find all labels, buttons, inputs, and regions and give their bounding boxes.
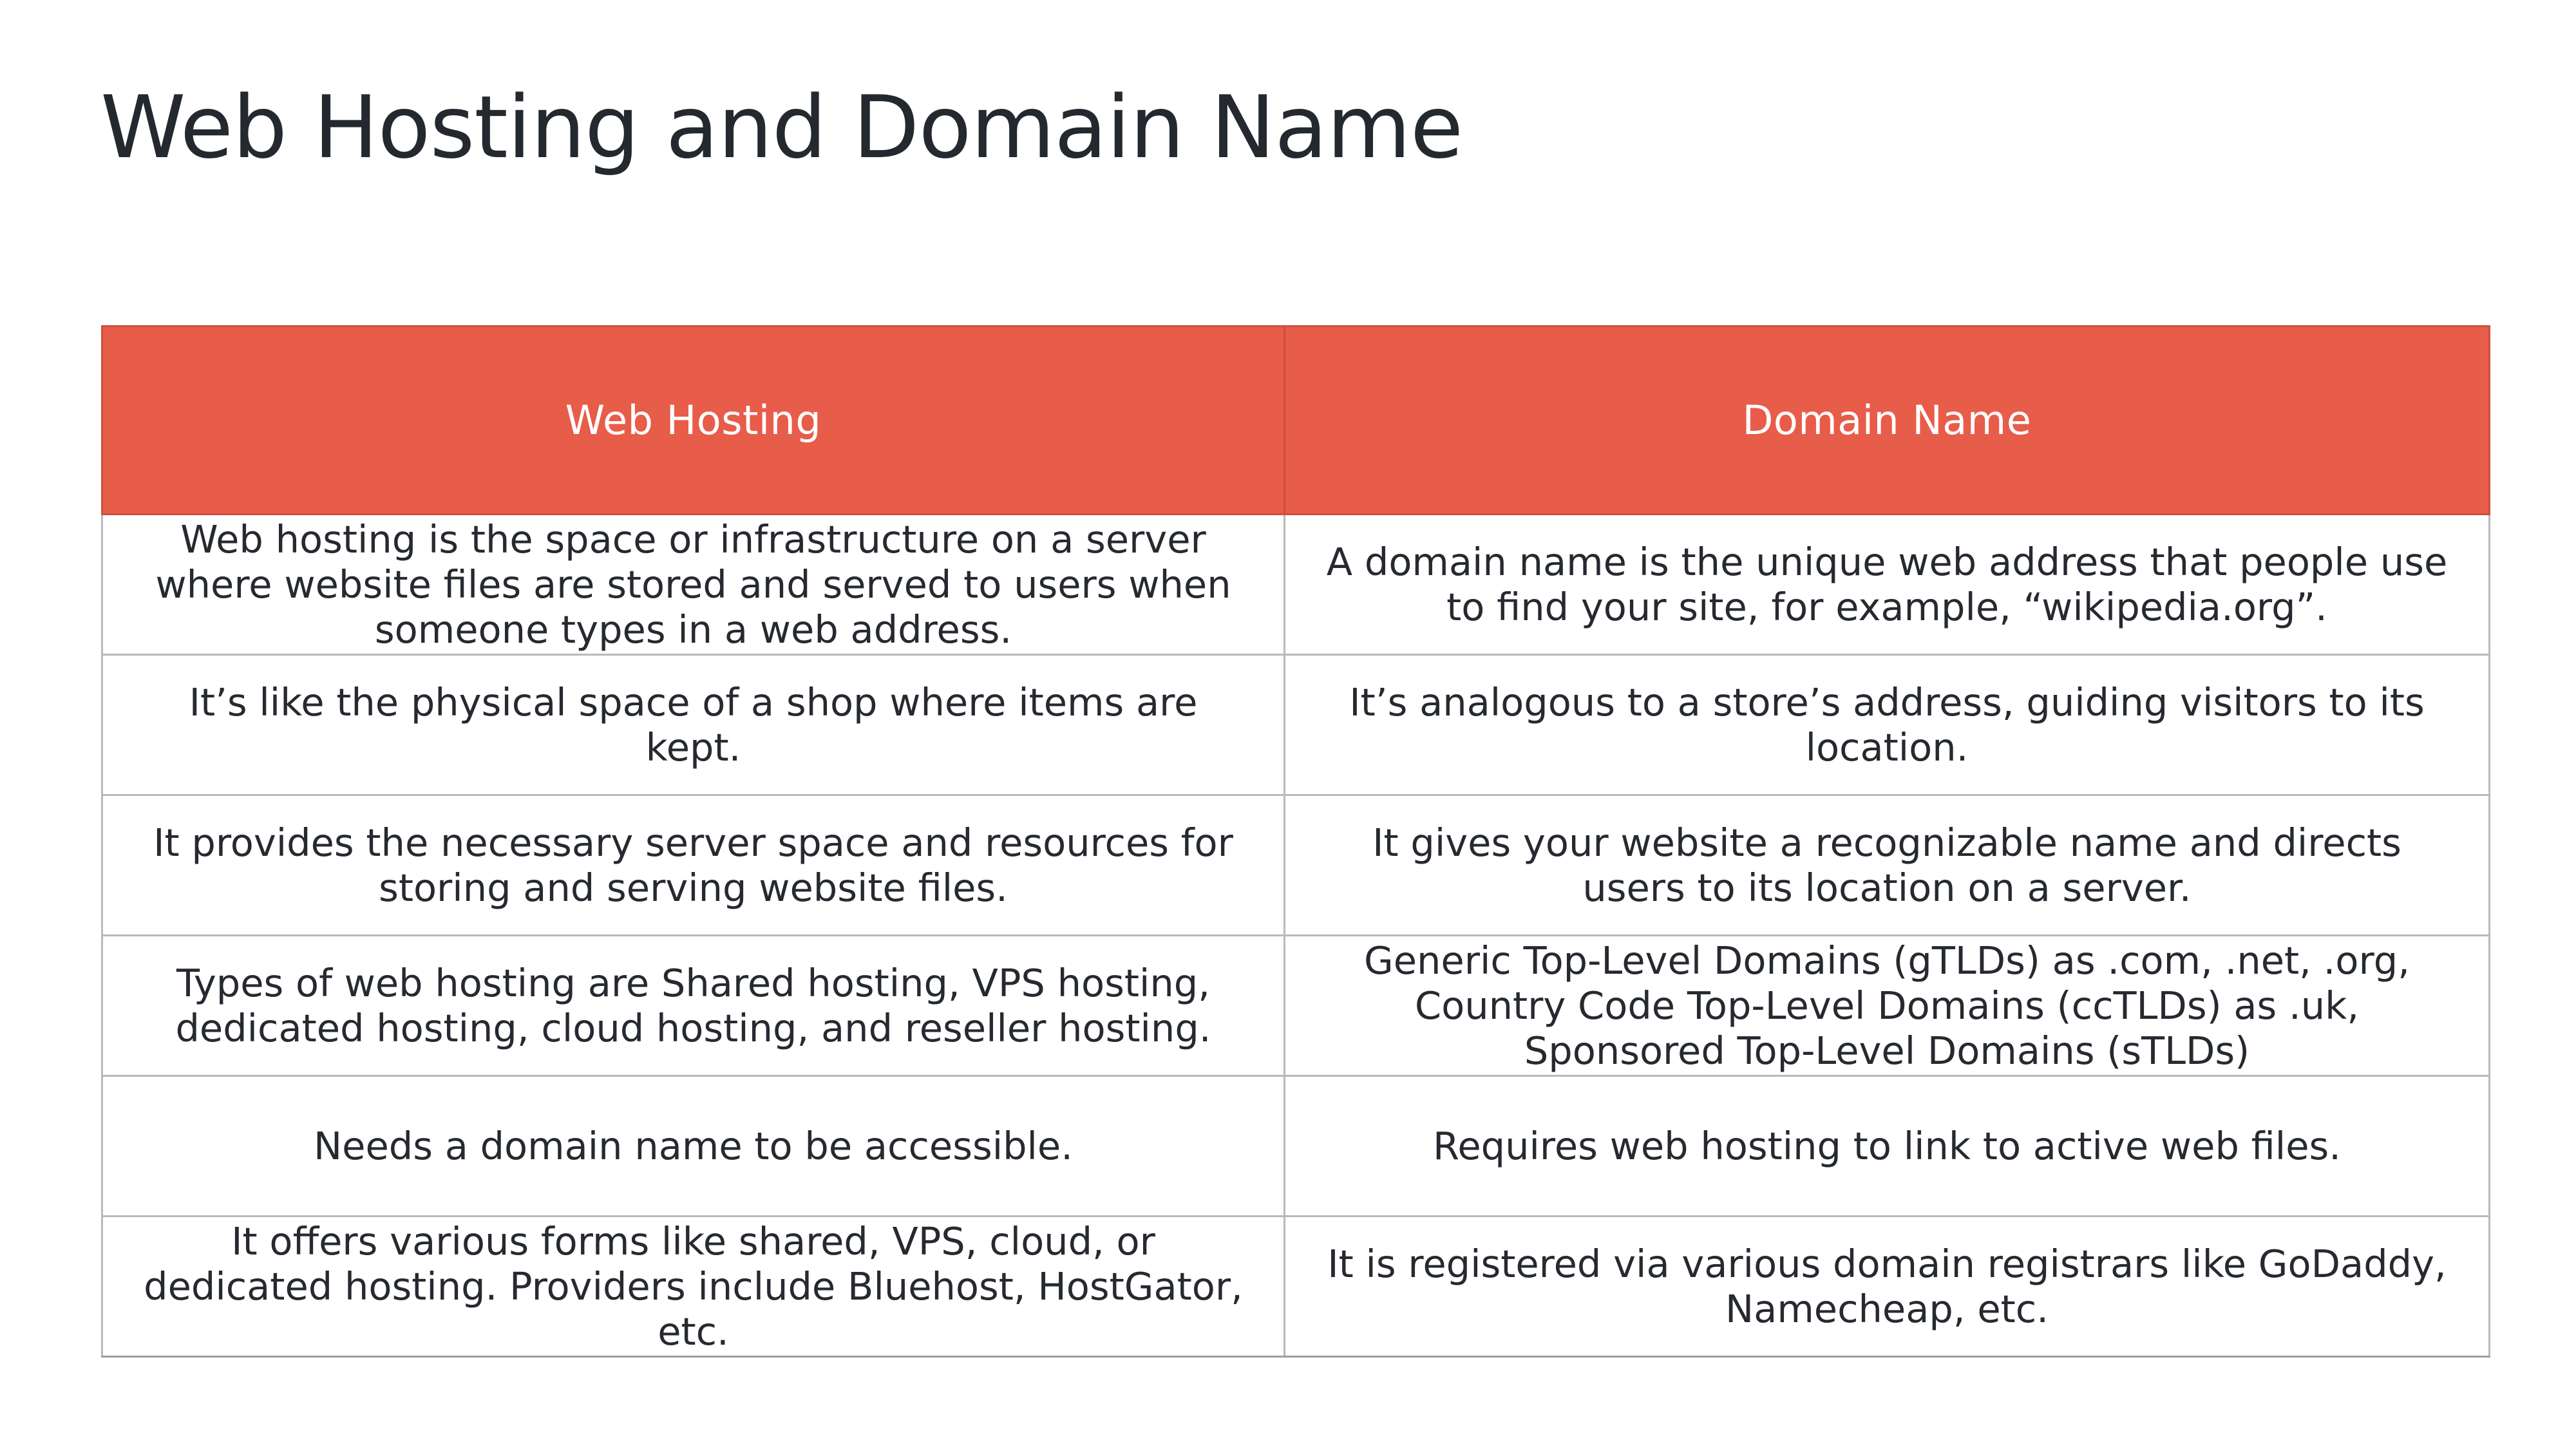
slide-title: Web Hosting and Domain Name: [100, 77, 1463, 178]
table-cell-web-hosting: Needs a domain name to be accessible.: [101, 1075, 1285, 1217]
table-cell-domain-name: A domain name is the unique web address …: [1283, 513, 2490, 656]
table-row: Types of web hosting are Shared hosting,…: [101, 934, 2490, 1077]
comparison-table: Web Hosting Domain Name Web hosting is t…: [101, 325, 2490, 1358]
table-cell-domain-name: Generic Top-Level Domains (gTLDs) as .co…: [1283, 934, 2490, 1077]
table-header-row: Web Hosting Domain Name: [101, 325, 2490, 515]
table-row: Web hosting is the space or infrastructu…: [101, 513, 2490, 656]
column-header-domain-name: Domain Name: [1283, 325, 2490, 515]
table-cell-domain-name: Requires web hosting to link to active w…: [1283, 1075, 2490, 1217]
table-cell-domain-name: It gives your website a recognizable nam…: [1283, 794, 2490, 936]
table-row: It offers various forms like shared, VPS…: [101, 1215, 2490, 1358]
column-header-web-hosting: Web Hosting: [101, 325, 1285, 515]
table-cell-web-hosting: Types of web hosting are Shared hosting,…: [101, 934, 1285, 1077]
table-row: It’s like the physical space of a shop w…: [101, 654, 2490, 796]
table-cell-web-hosting: Web hosting is the space or infrastructu…: [101, 513, 1285, 656]
table-cell-web-hosting: It offers various forms like shared, VPS…: [101, 1215, 1285, 1358]
table-row: Needs a domain name to be accessible. Re…: [101, 1075, 2490, 1217]
table-cell-domain-name: It is registered via various domain regi…: [1283, 1215, 2490, 1358]
table-cell-web-hosting: It’s like the physical space of a shop w…: [101, 654, 1285, 796]
table-row: It provides the necessary server space a…: [101, 794, 2490, 936]
table-cell-domain-name: It’s analogous to a store’s address, gui…: [1283, 654, 2490, 796]
table-cell-web-hosting: It provides the necessary server space a…: [101, 794, 1285, 936]
